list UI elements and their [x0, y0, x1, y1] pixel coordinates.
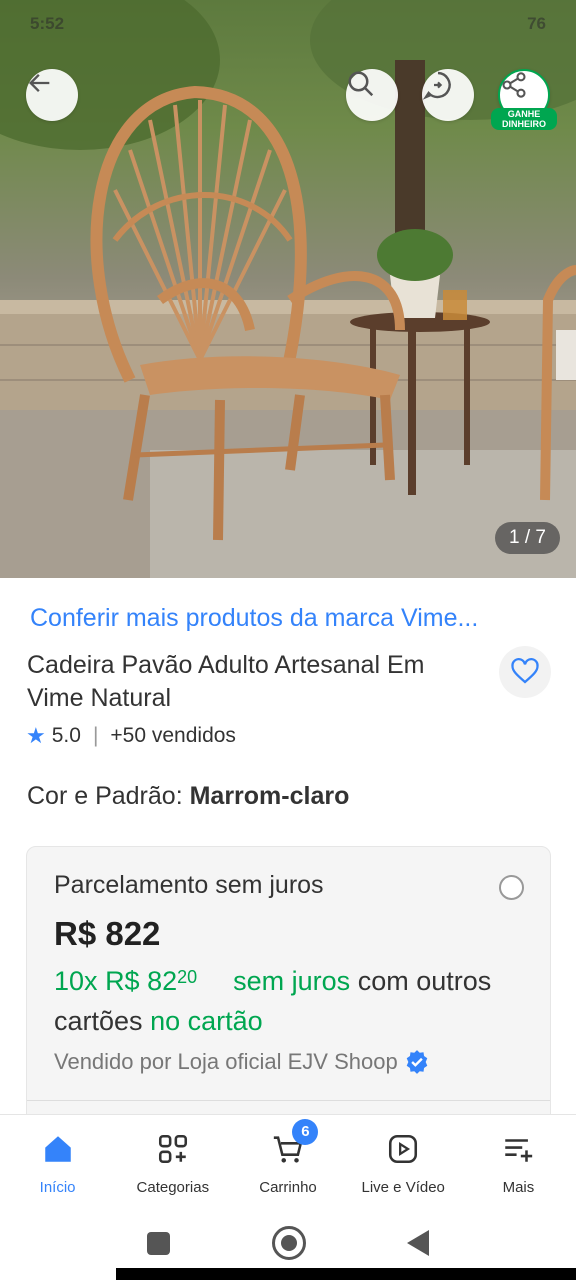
arrow-left-icon [29, 74, 50, 92]
whatsapp-icon [422, 71, 451, 100]
product-photo [0, 0, 576, 578]
installment-radio[interactable] [499, 875, 524, 900]
image-counter: 1 / 7 [495, 522, 560, 554]
variation-label: Cor e Padrão: [27, 782, 190, 810]
status-bar: 5:52 76 [30, 14, 546, 44]
product-price: R$ 822 [54, 915, 161, 952]
seller-text: Vendido por Loja oficial EJV Shoop [54, 1049, 398, 1074]
installments-count: 10x [54, 966, 98, 996]
installment-heading: Parcelamento sem juros [54, 871, 324, 899]
nav-item-live-video[interactable]: Live e Vídeo [346, 1115, 461, 1212]
installment-amount: R$ 82 [105, 966, 178, 996]
with-text: com [357, 966, 409, 996]
share-earn-badge[interactable]: GANHE DINHEIRO [491, 108, 557, 130]
product-image-gallery[interactable]: 5:52 76 GANHE DINHEIRO 1 / 7 [0, 0, 576, 578]
home-button-icon[interactable] [272, 1226, 306, 1260]
nav-item-home[interactable]: Início [0, 1115, 115, 1212]
verified-badge-icon [406, 1050, 427, 1074]
installment-option-card[interactable]: Parcelamento sem juros R$ 822 10x R$ 822… [26, 846, 551, 1136]
back-triangle-icon[interactable] [407, 1230, 429, 1256]
menu-plus-icon [505, 1139, 533, 1162]
share-badge-line2: DINHEIRO [501, 119, 546, 129]
recent-apps-icon[interactable] [147, 1232, 170, 1255]
card-divider [27, 1100, 550, 1101]
seller-info: Vendido por Loja oficial EJV Shoop [54, 1049, 430, 1075]
nav-label: Categorias [136, 1179, 210, 1196]
categories-icon [158, 1134, 187, 1164]
favorite-button[interactable] [499, 646, 551, 698]
variation-selector[interactable]: Cor e Padrão: Marrom-claro [27, 782, 349, 811]
status-time: 5:52 [30, 14, 65, 33]
search-button[interactable] [346, 69, 398, 121]
nav-label: Início [39, 1179, 76, 1196]
nav-item-categories[interactable]: Categorias [115, 1115, 230, 1212]
star-icon: ★ [26, 723, 46, 748]
rating-row[interactable]: ★ 5.0 | +50 vendidos [26, 723, 236, 749]
installment-text: 10x R$ 8220 sem juros com outros cartões … [54, 961, 524, 1041]
installment-cents: 20 [177, 967, 198, 987]
system-navigation-bar [0, 1212, 576, 1280]
sold-count: +50 vendidos [110, 724, 236, 747]
cart-count-badge: 6 [292, 1119, 319, 1145]
search-icon [348, 71, 374, 97]
brand-link[interactable]: Conferir mais produtos da marca Vime... [30, 604, 555, 633]
no-interest-text: sem juros [233, 966, 351, 996]
nav-label: Live e Vídeo [361, 1179, 445, 1196]
play-icon [389, 1134, 418, 1164]
separator: | [92, 724, 99, 747]
whatsapp-share-button[interactable] [422, 69, 474, 121]
nav-item-cart[interactable]: 6 Carrinho [230, 1115, 345, 1212]
variation-value: Marrom-claro [189, 782, 350, 810]
nav-label: Carrinho [259, 1179, 317, 1196]
heart-icon [511, 658, 539, 684]
nav-label: Mais [502, 1179, 535, 1196]
nav-item-more[interactable]: Mais [461, 1115, 576, 1212]
status-battery: 76 [527, 14, 546, 33]
bottom-navigation: Início Categorias 6 Carrinho Live e Víde… [0, 1114, 576, 1212]
rating-value: 5.0 [51, 724, 81, 747]
product-title: Cadeira Pavão Adulto Artesanal Em Vime N… [27, 651, 425, 712]
on-card-text: no cartão [150, 1006, 263, 1036]
share-icon [502, 72, 526, 98]
share-badge-line1: GANHE [507, 109, 541, 119]
home-icon [44, 1136, 71, 1162]
back-button[interactable] [26, 69, 78, 121]
gesture-bar [116, 1268, 576, 1280]
